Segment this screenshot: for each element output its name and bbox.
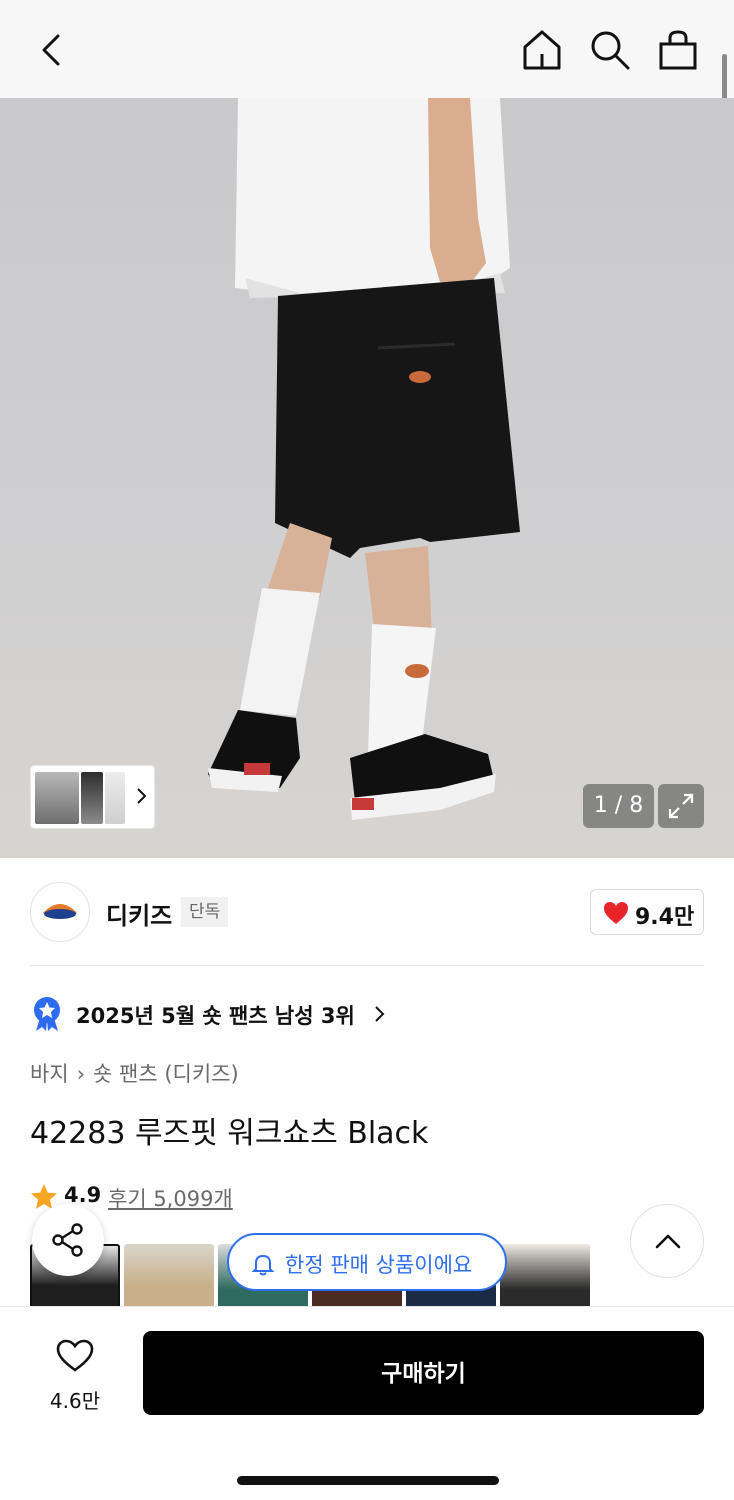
- image-counter: 1 / 8: [583, 784, 654, 828]
- bottom-action-bar: 4.6만 구매하기: [0, 1306, 734, 1500]
- expand-button[interactable]: [658, 784, 704, 828]
- share-icon: [52, 1223, 83, 1257]
- color-option[interactable]: [124, 1244, 214, 1308]
- brand-name[interactable]: 디키즈: [106, 896, 172, 931]
- brand-like-count: 9.4만: [635, 905, 695, 930]
- chevron-up-icon: [655, 1234, 681, 1249]
- wishlist-button[interactable]: 4.6만: [30, 1335, 120, 1415]
- breadcrumb-separator-icon: ›: [76, 1062, 86, 1086]
- expand-icon: [668, 793, 694, 819]
- back-icon[interactable]: [36, 28, 72, 72]
- home-indicator: [237, 1476, 499, 1485]
- limited-sale-text: 한정 판매 상품이에요: [285, 1253, 473, 1277]
- top-nav-bar: [0, 0, 734, 98]
- exclusive-badge: 단독: [181, 897, 229, 927]
- heart-outline-icon: [56, 1339, 94, 1372]
- thumbnail-1[interactable]: [35, 772, 79, 824]
- brand-row: 디키즈 단독 9.4만: [0, 858, 734, 966]
- breadcrumb-item-subcategory[interactable]: 숏 팬츠 (디키즈): [93, 1062, 239, 1086]
- review-count-link[interactable]: 후기 5,099개: [108, 1183, 233, 1213]
- breadcrumb-item-category[interactable]: 바지: [30, 1062, 69, 1086]
- brand-like-button[interactable]: 9.4만: [590, 889, 704, 935]
- dickies-logo-icon: [43, 904, 77, 919]
- scroll-to-top-button[interactable]: [630, 1204, 704, 1278]
- product-photo: [208, 98, 520, 820]
- rank-medal-icon: [34, 997, 60, 1031]
- product-title: 42283 루즈핏 워크쇼츠 Black: [30, 1116, 429, 1151]
- home-icon[interactable]: [520, 28, 564, 72]
- share-button[interactable]: [32, 1204, 104, 1276]
- color-option[interactable]: [500, 1244, 590, 1308]
- ranking-text: 2025년 5월 숏 팬츠 남성 3위: [76, 1004, 355, 1028]
- breadcrumb: 바지 › 숏 팬츠 (디키즈): [30, 1058, 239, 1088]
- shopping-bag-icon[interactable]: [656, 28, 700, 72]
- thumbnail-3[interactable]: [105, 772, 125, 824]
- thumbnail-2[interactable]: [81, 772, 103, 824]
- ranking-link[interactable]: 2025년 5월 숏 팬츠 남성 3위: [30, 996, 530, 1032]
- image-thumbnail-strip[interactable]: [30, 765, 155, 829]
- wishlist-count: 4.6만: [49, 1389, 101, 1413]
- brand-logo[interactable]: [30, 882, 90, 942]
- bell-icon: [251, 1254, 275, 1276]
- chevron-right-icon: [375, 1006, 385, 1022]
- product-image[interactable]: 1 / 8: [0, 98, 734, 858]
- divider: [30, 965, 704, 966]
- buy-button[interactable]: 구매하기: [143, 1331, 704, 1415]
- search-icon[interactable]: [588, 28, 632, 72]
- limited-sale-notice[interactable]: 한정 판매 상품이에요: [227, 1233, 507, 1291]
- chevron-right-icon[interactable]: [133, 786, 149, 806]
- heart-filled-icon: [604, 902, 628, 924]
- rating-row[interactable]: 4.9 후기 5,099개: [30, 1180, 430, 1212]
